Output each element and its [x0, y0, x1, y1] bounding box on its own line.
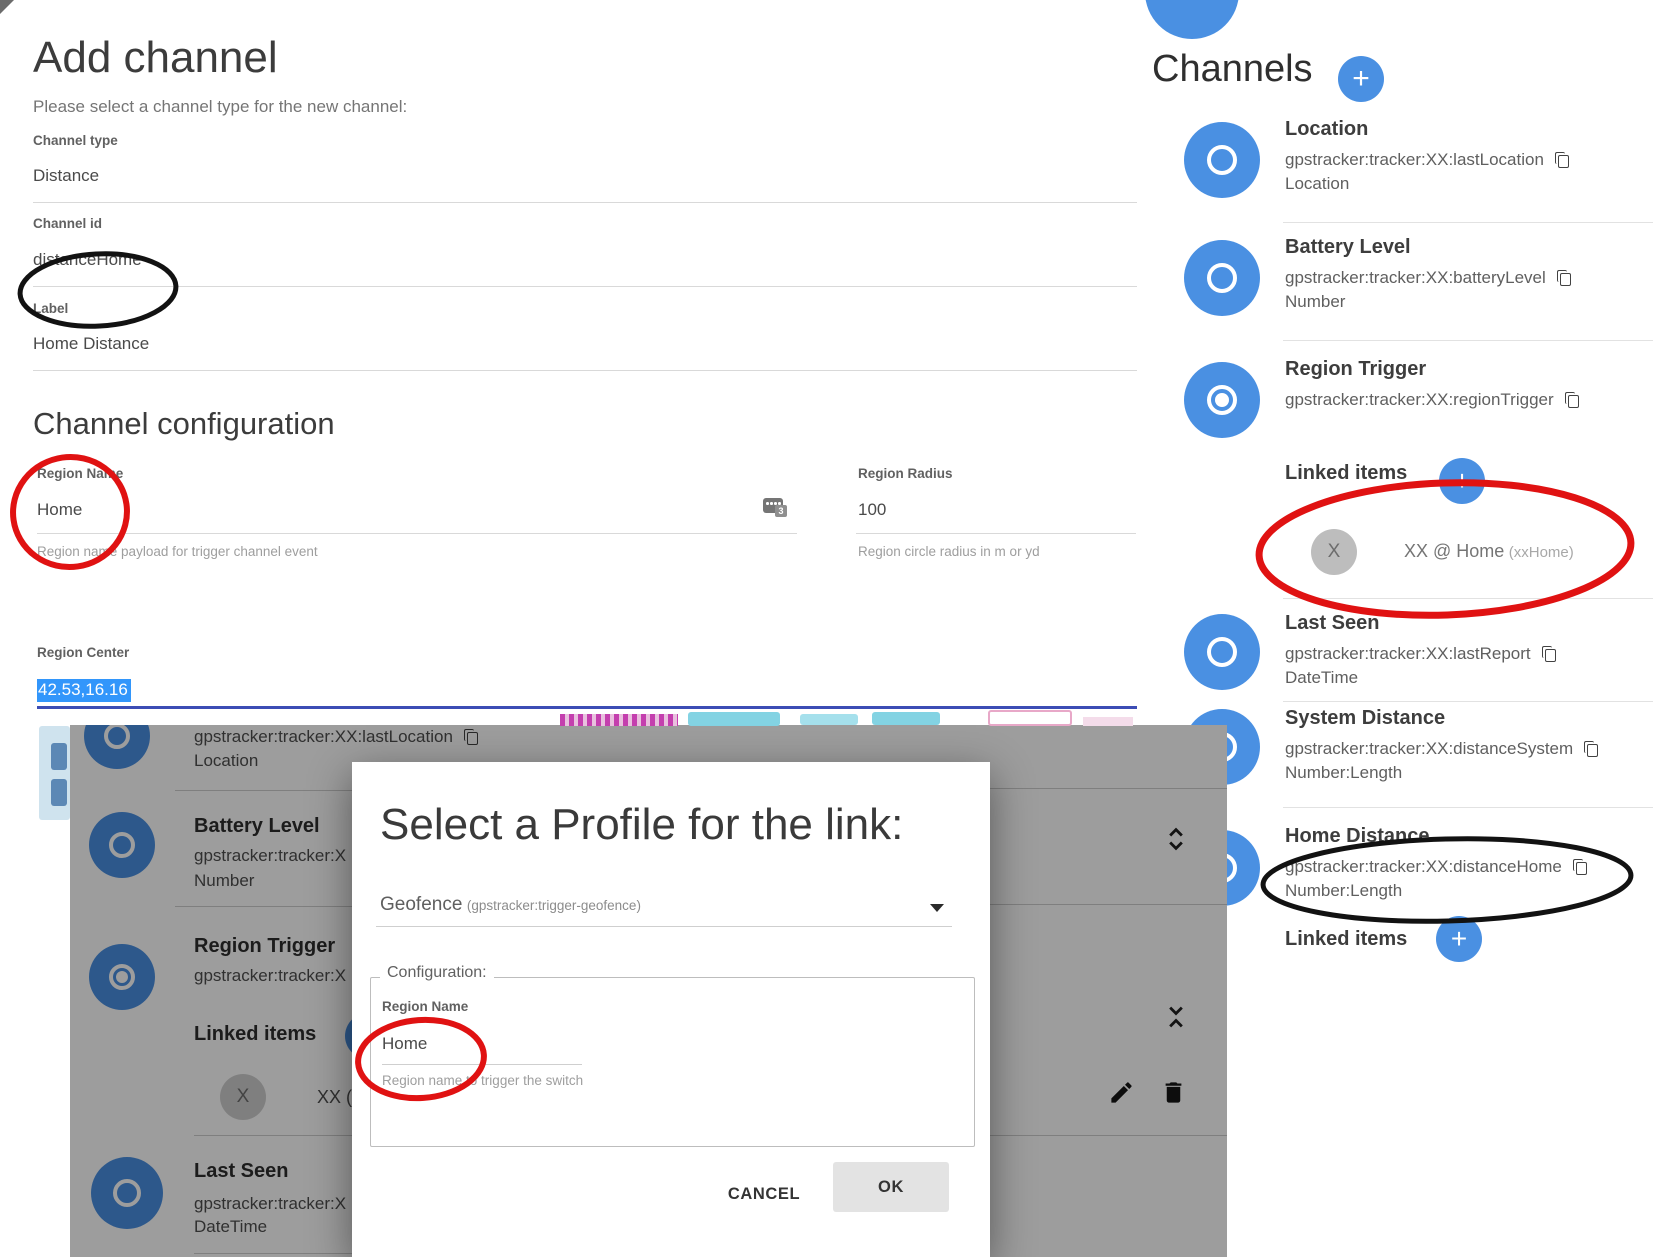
add-linked-item-button[interactable]: + [1436, 916, 1482, 962]
dialog-region-name-underline [382, 1064, 582, 1065]
copy-icon[interactable] [1584, 741, 1598, 758]
decorative-circle [1145, 0, 1239, 39]
region-radius-hint: Region circle radius in m or yd [858, 544, 1040, 559]
dropdown-caret-icon[interactable] [930, 904, 944, 912]
region-center-input[interactable]: 42.53,16.16 [37, 679, 131, 702]
dialog-region-name-hint: Region name to trigger the switch [382, 1073, 583, 1088]
region-name-label: Region Name [37, 466, 123, 481]
linked-items-label: Linked items [1285, 462, 1407, 485]
dialog-title: Select a Profile for the link: [380, 800, 903, 850]
divider [1283, 701, 1653, 702]
artifact-corner-mark [0, 0, 14, 14]
region-name-input[interactable]: Home [37, 500, 82, 520]
region-name-underline [37, 533, 797, 534]
region-radius-label: Region Radius [858, 466, 953, 481]
artifact-pink-box [988, 710, 1072, 726]
dialog-region-name-input[interactable]: Home [382, 1034, 427, 1054]
map-widget[interactable] [39, 726, 70, 820]
artifact-pink-strip [1083, 717, 1133, 726]
linked-items-label: Linked items [1285, 928, 1407, 951]
ok-button[interactable]: OK [833, 1162, 949, 1212]
divider [1283, 598, 1653, 599]
copy-icon[interactable] [1557, 270, 1571, 287]
region-radius-input[interactable]: 100 [858, 500, 886, 520]
label-field-underline [33, 370, 1137, 371]
divider [1283, 807, 1653, 808]
config-section-title: Channel configuration [33, 406, 335, 442]
region-center-label: Region Center [37, 645, 129, 660]
fieldset-legend: Configuration: [380, 964, 494, 982]
copy-icon[interactable] [1573, 859, 1587, 876]
divider [1283, 340, 1653, 341]
channel-item-region-trigger[interactable]: Region Trigger gpstracker:tracker:XX:reg… [1146, 358, 1666, 410]
channel-type-value[interactable]: Distance [33, 166, 99, 186]
channel-type-label: Channel type [33, 133, 118, 148]
channel-item-location[interactable]: Location gpstracker:tracker:XX:lastLocat… [1146, 118, 1666, 194]
page-title: Add channel [33, 33, 278, 83]
region-center-focus-underline [37, 706, 1137, 709]
artifact-cyan-block [872, 712, 940, 725]
copy-icon[interactable] [1565, 392, 1579, 409]
copy-icon[interactable] [1555, 152, 1569, 169]
profile-select[interactable]: Geofence (gpstracker:trigger-geofence) [380, 894, 641, 916]
artifact-cyan-block [800, 714, 858, 725]
copy-icon[interactable] [1542, 646, 1556, 663]
profile-dialog: Select a Profile for the link: Geofence … [352, 762, 990, 1257]
linked-item-row[interactable]: XX @ Home (xxHome) [1404, 541, 1574, 562]
region-name-hint: Region name payload for trigger channel … [37, 544, 318, 559]
channel-id-input[interactable]: distanceHome [33, 250, 142, 270]
label-field-label: Label [33, 301, 68, 316]
artifact-magenta-text [560, 714, 678, 726]
label-field-input[interactable]: Home Distance [33, 334, 149, 354]
page: Add channel Please select a channel type… [0, 0, 1670, 1257]
cancel-button[interactable]: CANCEL [704, 1174, 824, 1214]
region-radius-underline [856, 533, 1136, 534]
profile-select-underline [376, 926, 952, 927]
channel-id-label: Channel id [33, 216, 102, 231]
channel-item-last-seen[interactable]: Last Seen gpstracker:tracker:XX:lastRepo… [1146, 612, 1666, 688]
channel-type-underline [33, 202, 1137, 203]
intro-text: Please select a channel type for the new… [33, 97, 407, 117]
add-linked-item-button[interactable]: + [1439, 458, 1485, 504]
form-filler-icon[interactable]: 3 [763, 498, 787, 517]
linked-item-avatar[interactable]: X [1311, 529, 1357, 575]
divider [1283, 222, 1653, 223]
artifact-cyan-block [688, 712, 780, 726]
add-channel-button[interactable]: + [1338, 56, 1384, 102]
channel-item-battery[interactable]: Battery Level gpstracker:tracker:XX:batt… [1146, 236, 1666, 312]
channel-id-underline [33, 286, 1137, 287]
channels-heading: Channels [1152, 48, 1313, 91]
dialog-region-name-label: Region Name [382, 999, 468, 1014]
